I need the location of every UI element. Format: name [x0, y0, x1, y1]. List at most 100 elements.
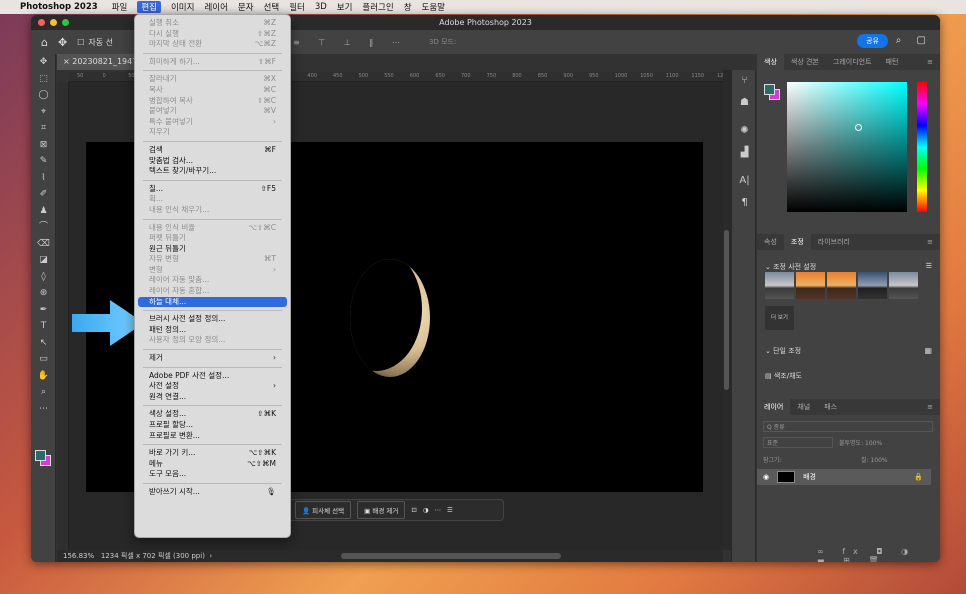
align-icons[interactable]: ≡ ⊤ ⊥ ‖ ⋯	[293, 38, 408, 47]
spot-heal-tool-icon[interactable]: ⌇	[31, 170, 56, 187]
tab-colortabs-2[interactable]: 그레이디언트	[826, 57, 879, 67]
preset-thumb[interactable]	[827, 272, 856, 299]
tab-colortabs-3[interactable]: 패턴	[879, 57, 906, 67]
vertical-scroll-thumb[interactable]	[724, 230, 729, 390]
menu-item[interactable]: 패턴 정의...	[135, 325, 290, 336]
gradient-tool-icon[interactable]: ◪	[31, 252, 56, 269]
histogram-icon[interactable]: ▟	[732, 142, 757, 164]
menu-item[interactable]: 바로 가기 키... ⌥⇧⌘K	[135, 448, 290, 459]
vertical-scrollbar[interactable]	[723, 70, 731, 550]
menu-1[interactable]: 파일	[112, 1, 128, 13]
menu-2[interactable]: 편집	[137, 1, 161, 13]
brush-tool-icon[interactable]: ✐	[31, 186, 56, 203]
horizontal-scrollbar[interactable]	[341, 553, 561, 559]
menu-item[interactable]: 텍스트 찾기/바꾸기...	[135, 166, 290, 177]
crop-tool-icon[interactable]: ⌗	[31, 120, 56, 137]
adjust-icon[interactable]: ◑	[423, 506, 429, 514]
single-adjust-section[interactable]: ⌄ 단일 조정	[757, 346, 801, 356]
history-icon[interactable]: ⑂	[732, 70, 757, 92]
settings-icon[interactable]: ☰	[447, 506, 453, 514]
layer-action-icons[interactable]: ∞ fx ◘ ◑ ▬ ⊞ 🗑	[817, 547, 940, 562]
object-select-tool-icon[interactable]: ⌖	[31, 104, 56, 121]
auto-select-checkbox[interactable]: ☐	[77, 38, 84, 47]
frame-tool-icon[interactable]: ⊠	[31, 137, 56, 154]
more-icon[interactable]: ⋯	[434, 506, 441, 514]
menu-8[interactable]: 3D	[315, 2, 327, 12]
app-menu[interactable]: Photoshop 2023	[20, 2, 98, 12]
remove-background-button[interactable]: ▣ 배경 제거	[357, 501, 406, 519]
eraser-tool-icon[interactable]: ⌫	[31, 236, 56, 253]
menu-item[interactable]: 메뉴 ⌥⇧⌘M	[135, 459, 290, 470]
color-picker-field[interactable]	[787, 82, 907, 212]
menu-5[interactable]: 문자	[238, 1, 254, 13]
home-icon[interactable]: ⌂	[41, 36, 48, 49]
brush-settings-icon[interactable]: ☗	[732, 92, 757, 114]
hue-slider[interactable]	[917, 82, 927, 212]
menu-item[interactable]: Adobe PDF 사전 설정...	[135, 371, 290, 382]
stamp-tool-icon[interactable]: ♟	[31, 203, 56, 220]
layer-filter-input[interactable]: Q 종류	[763, 421, 933, 432]
menu-item[interactable]: 제거 ›	[135, 353, 290, 364]
more-tool-icon[interactable]: ⋯	[31, 401, 56, 418]
menu-3[interactable]: 이미지	[171, 1, 194, 13]
dodge-tool-icon[interactable]: ⊛	[31, 285, 56, 302]
marquee-tool-icon[interactable]: ⬚	[31, 71, 56, 88]
menu-item[interactable]: 하늘 대체...	[138, 296, 287, 308]
light-icon[interactable]: ✺	[732, 120, 757, 142]
color-picker-ring[interactable]	[855, 124, 862, 131]
transform-icon[interactable]: ⊡	[411, 506, 416, 514]
menu-9[interactable]: 보기	[337, 1, 353, 13]
share-button[interactable]: 공유	[857, 34, 888, 48]
blur-tool-icon[interactable]: ◊	[31, 269, 56, 286]
menu-item[interactable]: 원근 뒤틀기	[135, 244, 290, 255]
preset-thumb[interactable]	[796, 272, 825, 299]
presets-section[interactable]: ⌄ 조정 사전 설정 ☰	[757, 262, 940, 272]
menu-item[interactable]: 사전 설정 ›	[135, 381, 290, 392]
move-tool-icon[interactable]: ✥	[31, 54, 56, 71]
zoom-window-button[interactable]	[62, 19, 69, 26]
panel-menu-icon[interactable]: ≡	[920, 58, 940, 66]
menu-item[interactable]: 원격 연결...	[135, 392, 290, 403]
preset-thumb[interactable]	[889, 272, 918, 299]
search-icon[interactable]: ⌕ ▢	[896, 35, 932, 46]
grid-icon[interactable]: ▦	[924, 346, 932, 355]
move-tool-icon[interactable]: ✥	[58, 36, 67, 49]
opacity-control[interactable]: 불투명도: 100%	[839, 438, 882, 447]
path-select-tool-icon[interactable]: ↖	[31, 335, 56, 352]
tab-adjtabs-0[interactable]: 속성	[757, 237, 784, 247]
character-icon[interactable]: A|	[732, 170, 757, 192]
visibility-eye-icon[interactable]: ◉	[763, 473, 769, 481]
menu-11[interactable]: 창	[404, 1, 412, 13]
tab-laytabs-1[interactable]: 채널	[790, 402, 817, 412]
tab-adjtabs-2[interactable]: 라이브러리	[811, 237, 857, 247]
blend-mode-select[interactable]: 표준	[763, 437, 833, 448]
zoom-tool-icon[interactable]: ⌕	[31, 384, 56, 401]
pen-tool-icon[interactable]: ✒	[31, 302, 56, 319]
menu-7[interactable]: 필터	[289, 1, 305, 13]
preset-thumb[interactable]	[765, 272, 794, 299]
rectangle-tool-icon[interactable]: ▭	[31, 351, 56, 368]
menu-item[interactable]: 도구 모음...	[135, 469, 290, 480]
select-subject-button[interactable]: 👤 피사체 선택	[295, 501, 352, 519]
menu-item[interactable]: 색상 설정... ⇧⌘K	[135, 409, 290, 420]
fill-control[interactable]: 칠: 100%	[861, 455, 888, 464]
menu-item[interactable]: 칠... ⇧F5	[135, 184, 290, 195]
lock-icon[interactable]: 🔒	[914, 473, 923, 481]
tab-adjtabs-1[interactable]: 조정	[783, 234, 811, 250]
minimize-window-button[interactable]	[50, 19, 57, 26]
status-arrow-icon[interactable]: ›	[209, 552, 212, 560]
menu-item[interactable]: 프로필 할당...	[135, 420, 290, 431]
panel-foreground-swatch[interactable]	[764, 84, 775, 95]
menu-6[interactable]: 선택	[264, 1, 280, 13]
panel-menu-icon[interactable]: ≡	[920, 403, 940, 411]
menu-item[interactable]: 맞춤법 검사...	[135, 156, 290, 167]
eyedropper-tool-icon[interactable]: ✎	[31, 153, 56, 170]
hand-tool-icon[interactable]: ✋	[31, 368, 56, 385]
menu-12[interactable]: 도움말	[422, 1, 445, 13]
hue-saturation-item[interactable]: ▤ 색조/채도	[757, 371, 802, 381]
history-brush-tool-icon[interactable]: ⌒	[31, 219, 56, 236]
foreground-color-swatch[interactable]	[35, 450, 46, 461]
panel-menu-icon[interactable]: ≡	[920, 238, 940, 246]
lasso-tool-icon[interactable]: ◯	[31, 87, 56, 104]
more-presets-button[interactable]: 더 보기	[765, 306, 794, 330]
